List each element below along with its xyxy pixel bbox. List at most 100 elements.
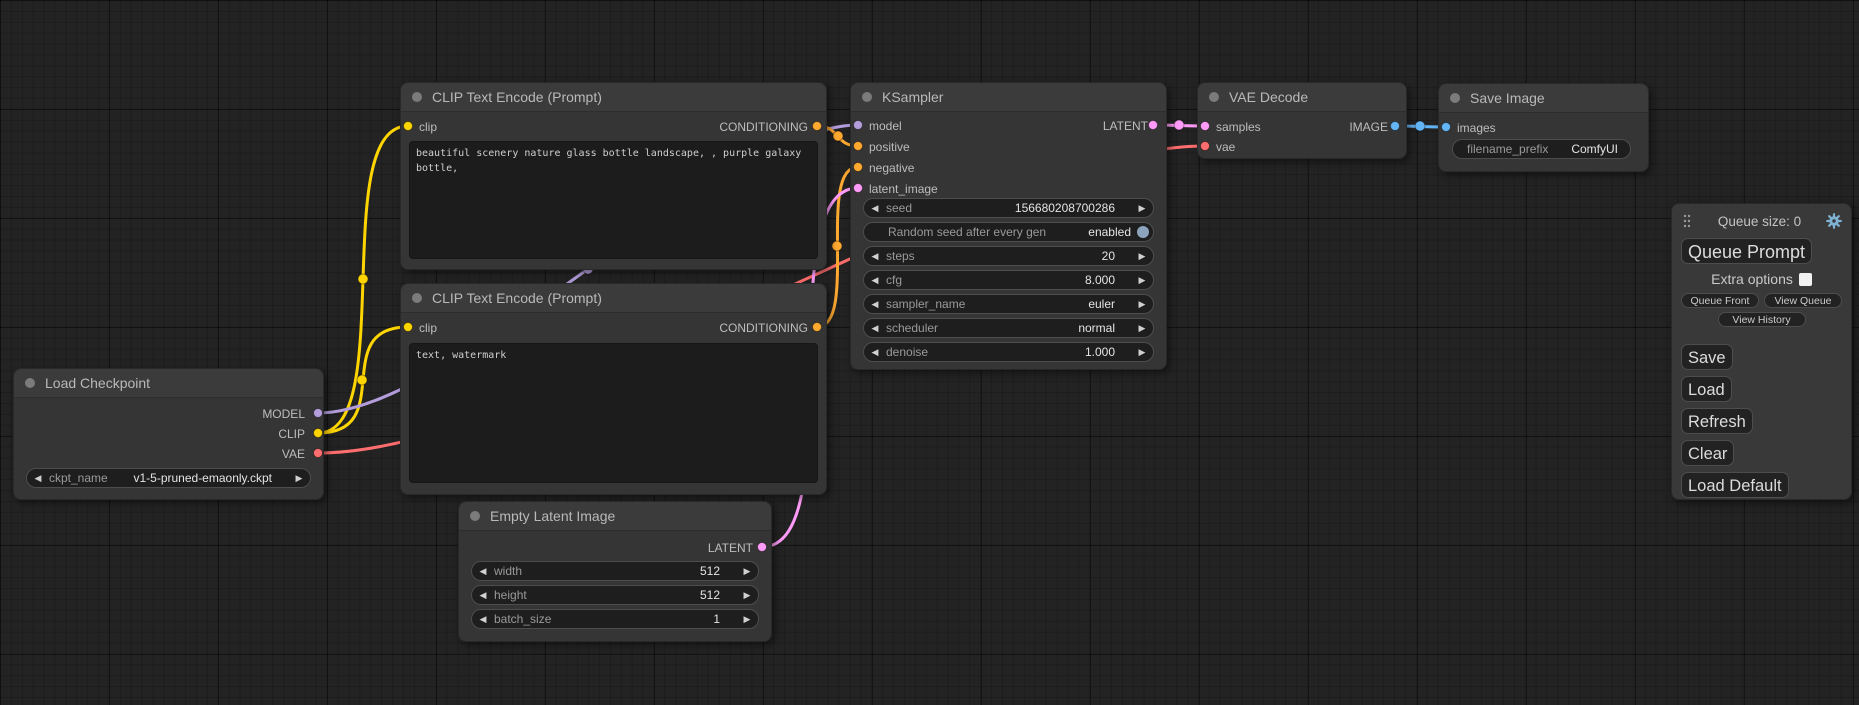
drag-handle-icon[interactable]	[1681, 213, 1693, 229]
wire-clip-to-clip-encode-1	[318, 126, 408, 433]
input-label-model: model	[869, 119, 902, 133]
widget-value: 512	[700, 564, 720, 578]
increment-arrow-icon[interactable]: ▶	[736, 562, 758, 580]
widget-filename-prefix[interactable]: filename_prefix ComfyUI	[1452, 139, 1631, 159]
node-title-bar[interactable]: CLIP Text Encode (Prompt)	[401, 284, 826, 313]
node-vae-decode[interactable]: VAE Decode samples vae IMAGE	[1197, 82, 1407, 159]
node-title-bar[interactable]: Load Checkpoint	[14, 369, 323, 398]
decrement-arrow-icon[interactable]: ◀	[27, 469, 49, 487]
refresh-button[interactable]: Refresh	[1681, 408, 1753, 434]
collapse-dot-icon[interactable]	[412, 293, 422, 303]
widget-value: 1.000	[1085, 345, 1115, 359]
widget-random-seed-toggle[interactable]: Random seed after every gen enabled	[863, 222, 1154, 242]
widget-width[interactable]: ◀ width 512 ▶	[471, 561, 759, 581]
widget-ckpt-name[interactable]: ◀ ckpt_name v1-5-pruned-emaonly.ckpt ▶	[26, 468, 311, 488]
node-title-bar[interactable]: Empty Latent Image	[459, 502, 771, 531]
widget-value: 20	[1102, 249, 1115, 263]
node-title: CLIP Text Encode (Prompt)	[432, 89, 602, 105]
toggle-circle-icon[interactable]	[1137, 226, 1149, 238]
extra-options-label: Extra options	[1711, 271, 1793, 287]
widget-value: 8.000	[1085, 273, 1115, 287]
settings-gear-icon[interactable]	[1826, 213, 1842, 229]
widget-steps[interactable]: ◀ steps 20 ▶	[863, 246, 1154, 266]
widget-sampler-name[interactable]: ◀ sampler_name euler ▶	[863, 294, 1154, 314]
load-button[interactable]: Load	[1681, 376, 1732, 402]
increment-arrow-icon[interactable]: ▶	[1131, 319, 1153, 337]
widget-height[interactable]: ◀ height 512 ▶	[471, 585, 759, 605]
increment-arrow-icon[interactable]: ▶	[736, 610, 758, 628]
widget-label: ckpt_name	[49, 471, 133, 485]
output-label-latent: LATENT	[708, 541, 753, 555]
increment-arrow-icon[interactable]: ▶	[1131, 271, 1153, 289]
widget-value: euler	[1088, 297, 1115, 311]
node-ksampler[interactable]: KSampler model positive negative latent_…	[850, 82, 1167, 370]
node-save-image[interactable]: Save Image images filename_prefix ComfyU…	[1438, 83, 1649, 172]
collapse-dot-icon[interactable]	[1450, 93, 1460, 103]
output-label-vae: VAE	[282, 447, 305, 461]
queue-prompt-button[interactable]: Queue Prompt	[1681, 238, 1812, 264]
node-title-bar[interactable]: KSampler	[851, 83, 1166, 112]
decrement-arrow-icon[interactable]: ◀	[472, 562, 494, 580]
increment-arrow-icon[interactable]: ▶	[1131, 199, 1153, 217]
link-midpoint-dot	[832, 241, 842, 251]
decrement-arrow-icon[interactable]: ◀	[472, 610, 494, 628]
widget-label: denoise	[886, 345, 1085, 359]
output-label-clip: CLIP	[278, 427, 305, 441]
decrement-arrow-icon[interactable]: ◀	[864, 295, 886, 313]
widget-batch-size[interactable]: ◀ batch_size 1 ▶	[471, 609, 759, 629]
view-queue-button[interactable]: View Queue	[1764, 293, 1842, 308]
widget-seed[interactable]: ◀ seed 156680208700286 ▶	[863, 198, 1154, 218]
node-empty-latent-image[interactable]: Empty Latent Image LATENT ◀ width 512 ▶ …	[458, 501, 772, 642]
widget-denoise[interactable]: ◀ denoise 1.000 ▶	[863, 342, 1154, 362]
negative-prompt-textarea[interactable]: text, watermark	[409, 343, 818, 483]
widget-cfg[interactable]: ◀ cfg 8.000 ▶	[863, 270, 1154, 290]
decrement-arrow-icon[interactable]: ◀	[864, 247, 886, 265]
node-clip-text-encode-positive[interactable]: CLIP Text Encode (Prompt) clip CONDITION…	[400, 82, 827, 270]
widget-label: height	[494, 588, 700, 602]
widget-value: enabled	[1088, 225, 1131, 239]
widget-label: sampler_name	[886, 297, 1088, 311]
extra-options-checkbox[interactable]	[1799, 273, 1812, 286]
node-title-bar[interactable]: CLIP Text Encode (Prompt)	[401, 83, 826, 112]
queue-front-button[interactable]: Queue Front	[1681, 293, 1759, 308]
decrement-arrow-icon[interactable]: ◀	[472, 586, 494, 604]
decrement-arrow-icon[interactable]: ◀	[864, 199, 886, 217]
collapse-dot-icon[interactable]	[1209, 92, 1219, 102]
input-label-images: images	[1457, 121, 1496, 135]
comfyui-canvas[interactable]: { "colors": { "model": "#B39DDB", "clip"…	[0, 0, 1859, 705]
load-default-button[interactable]: Load Default	[1681, 472, 1789, 498]
view-history-button[interactable]: View History	[1718, 312, 1806, 327]
node-load-checkpoint[interactable]: Load Checkpoint MODEL CLIP VAE ◀ ckpt_na…	[13, 368, 324, 500]
node-title: KSampler	[882, 89, 943, 105]
input-label-clip: clip	[419, 120, 437, 134]
node-title-bar[interactable]: VAE Decode	[1198, 83, 1406, 112]
collapse-dot-icon[interactable]	[25, 378, 35, 388]
link-midpoint-dot	[1415, 121, 1425, 131]
collapse-dot-icon[interactable]	[862, 92, 872, 102]
collapse-dot-icon[interactable]	[470, 511, 480, 521]
widget-value: normal	[1078, 321, 1115, 335]
node-title: Load Checkpoint	[45, 375, 150, 391]
increment-arrow-icon[interactable]: ▶	[1131, 343, 1153, 361]
decrement-arrow-icon[interactable]: ◀	[864, 343, 886, 361]
widget-scheduler[interactable]: ◀ scheduler normal ▶	[863, 318, 1154, 338]
output-label-latent: LATENT	[1103, 119, 1148, 133]
node-title: Empty Latent Image	[490, 508, 615, 524]
decrement-arrow-icon[interactable]: ◀	[864, 271, 886, 289]
increment-arrow-icon[interactable]: ▶	[736, 586, 758, 604]
increment-arrow-icon[interactable]: ▶	[1131, 247, 1153, 265]
widget-label: cfg	[886, 273, 1085, 287]
positive-prompt-textarea[interactable]: beautiful scenery nature glass bottle la…	[409, 141, 818, 259]
collapse-dot-icon[interactable]	[412, 92, 422, 102]
clear-button[interactable]: Clear	[1681, 440, 1734, 466]
save-button[interactable]: Save	[1681, 344, 1733, 370]
increment-arrow-icon[interactable]: ▶	[1131, 295, 1153, 313]
input-label-vae: vae	[1216, 140, 1235, 154]
queue-panel: Queue size: 0 Queue Prompt Extra options…	[1671, 203, 1852, 500]
decrement-arrow-icon[interactable]: ◀	[864, 319, 886, 337]
node-title: Save Image	[1470, 90, 1545, 106]
node-clip-text-encode-negative[interactable]: CLIP Text Encode (Prompt) clip CONDITION…	[400, 283, 827, 495]
widget-value: 156680208700286	[1015, 201, 1115, 215]
increment-arrow-icon[interactable]: ▶	[288, 469, 310, 487]
node-title-bar[interactable]: Save Image	[1439, 84, 1648, 113]
